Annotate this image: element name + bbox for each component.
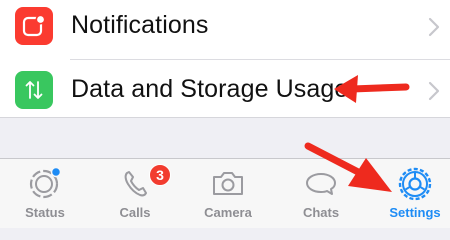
tab-calls-label: Calls: [119, 205, 151, 220]
settings-list: Notifications Data and Storage Usage: [0, 0, 450, 118]
tab-chats-label: Chats: [302, 205, 340, 220]
tab-settings[interactable]: Settings: [370, 159, 450, 229]
settings-row-data-storage[interactable]: Data and Storage Usage: [0, 62, 450, 118]
tab-settings-label: Settings: [389, 205, 441, 220]
settings-row-notifications[interactable]: Notifications: [0, 0, 450, 56]
chevron-right-icon: [428, 17, 440, 37]
data-storage-label: Data and Storage Usage: [71, 75, 349, 103]
status-ring-icon: [29, 166, 62, 199]
list-divider: [0, 117, 450, 118]
up-down-arrows-icon: [15, 71, 53, 109]
calls-badge: 3: [149, 164, 171, 186]
camera-icon: [213, 172, 243, 195]
chevron-right-icon: [428, 81, 440, 101]
tab-bar: Status 3 Calls Camera Chats Settings: [0, 158, 450, 228]
tab-status-label: Status: [25, 205, 65, 220]
gear-icon: [398, 167, 432, 201]
tab-calls[interactable]: 3 Calls: [90, 159, 180, 229]
chat-bubbles-icon: [306, 173, 336, 195]
notification-app-icon: [15, 7, 53, 45]
tab-camera[interactable]: Camera: [183, 159, 273, 229]
tab-camera-label: Camera: [204, 205, 252, 220]
tab-status[interactable]: Status: [0, 159, 90, 229]
tab-chats[interactable]: Chats: [276, 159, 366, 229]
row-divider: [70, 59, 450, 60]
notifications-label: Notifications: [71, 11, 209, 39]
phone-icon: [124, 171, 147, 197]
